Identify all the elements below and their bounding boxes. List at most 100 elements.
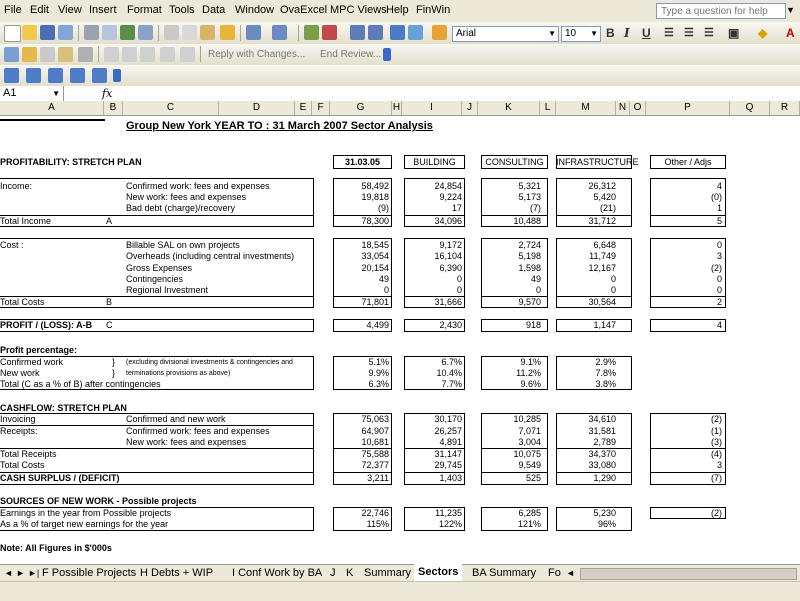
selected-cell-a1[interactable] [0,116,105,121]
toolbar-options-icon[interactable] [432,25,447,40]
function-icon[interactable]: fx [102,87,112,100]
fill-color-icon[interactable]: ◆ [758,26,767,40]
bold-button[interactable]: B [606,26,615,40]
toolbar-options-icon[interactable] [383,48,391,61]
col-header-n[interactable]: N [616,101,630,115]
layout-icon[interactable] [92,68,107,83]
col-header-p[interactable]: P [646,101,730,115]
tab-f-possible-projects[interactable]: F Possible Projects [42,565,136,581]
tab-h-debts-wip[interactable]: H Debts + WIP [140,565,213,581]
list-icon[interactable] [70,68,85,83]
reply-with-changes-button[interactable]: Reply with Changes... [208,49,305,60]
undo-icon[interactable] [246,25,261,40]
menu-mpc-views[interactable]: MPC Views [330,4,387,16]
sort-descending-icon[interactable] [368,25,383,40]
col-header-l[interactable]: L [540,101,556,115]
hyperlink-icon[interactable] [304,25,319,40]
format-painter-icon[interactable] [220,25,235,40]
next-comment-icon[interactable] [122,47,137,62]
font-select[interactable]: Arial ▼ [452,26,559,42]
sort-ascending-icon[interactable] [350,25,365,40]
underline-button[interactable]: U [642,26,651,40]
mark-icon[interactable] [180,47,195,62]
help-dropdown-icon[interactable]: ▼ [786,5,795,15]
font-size-select[interactable]: 10 ▼ [561,26,601,42]
tab-scroll-prev-icon[interactable]: ◄ [4,565,13,581]
col-header-f[interactable]: F [312,101,330,115]
col-header-e[interactable]: E [295,101,312,115]
tab-scroll-next-icon[interactable]: ► [16,565,25,581]
tab-fo[interactable]: Fo [548,565,561,581]
borders-icon[interactable]: ▣ [728,26,739,40]
col-header-d[interactable]: D [219,101,295,115]
tab-scroll-last-icon[interactable]: ►| [28,565,39,581]
col-header-a[interactable]: A [0,101,104,115]
end-review-button[interactable]: End Review... [320,49,381,60]
italic-button[interactable]: I [624,26,630,40]
toolbar-options-icon[interactable] [113,69,121,82]
delete-comment-icon[interactable] [140,47,155,62]
show-icon[interactable] [78,47,93,62]
col-header-b[interactable]: B [104,101,123,115]
open-icon[interactable] [22,25,37,40]
col-header-g[interactable]: G [330,101,392,115]
autosum-icon[interactable] [322,25,337,40]
tab-scroll-left-icon[interactable]: ◄ [566,565,575,581]
menu-ovaexcel[interactable]: OvaExcel [280,4,327,16]
tab-i-conf-work[interactable]: I Conf Work by BA [232,565,322,581]
drawing-icon[interactable] [408,25,423,40]
tab-sectors[interactable]: Sectors [414,564,463,581]
envelope-icon[interactable] [58,47,73,62]
menu-help[interactable]: Help [386,4,409,16]
name-box[interactable]: A1 ▼ [0,86,64,101]
menu-finwin[interactable]: FinWin [416,4,450,16]
menu-insert[interactable]: Insert [89,4,117,16]
ink-icon[interactable] [160,47,175,62]
col-header-k[interactable]: K [478,101,540,115]
tab-ba-summary[interactable]: BA Summary [472,565,536,581]
menu-format[interactable]: Format [127,4,162,16]
tab-j[interactable]: J [330,565,336,581]
save-icon[interactable] [40,25,55,40]
track-icon[interactable] [40,47,55,62]
review-icon[interactable] [4,47,19,62]
print-icon[interactable] [84,25,99,40]
menu-window[interactable]: Window [235,4,274,16]
align-left-button[interactable]: ☰ [664,26,674,39]
worksheet-grid[interactable]: Group New York YEAR TO : 31 March 2007 S… [0,116,800,564]
col-header-i[interactable]: I [402,101,462,115]
col-header-m[interactable]: M [556,101,616,115]
spelling-icon[interactable] [120,25,135,40]
print-preview-icon[interactable] [102,25,117,40]
new-icon[interactable] [4,25,21,42]
permission-icon[interactable] [58,25,73,40]
align-right-button[interactable]: ☰ [704,26,714,39]
menu-file[interactable]: File [4,4,22,16]
col-header-q[interactable]: Q [730,101,770,115]
menu-view[interactable]: View [58,4,82,16]
col-header-j[interactable]: J [462,101,478,115]
comment-icon[interactable] [22,47,37,62]
menu-edit[interactable]: Edit [30,4,49,16]
align-center-button[interactable]: ☰ [684,26,694,39]
menu-data[interactable]: Data [202,4,225,16]
font-color-icon[interactable]: A [786,26,795,40]
formula-bar[interactable] [0,86,800,102]
research-icon[interactable] [138,25,153,40]
col-header-c[interactable]: C [123,101,219,115]
tab-summary[interactable]: Summary [364,565,411,581]
chart-wizard-icon[interactable] [390,25,405,40]
menu-tools[interactable]: Tools [169,4,195,16]
col-header-o[interactable]: O [630,101,646,115]
cut-icon[interactable] [164,25,179,40]
redo-icon[interactable] [272,25,287,40]
table-icon[interactable] [48,68,63,83]
paste-icon[interactable] [200,25,215,40]
prev-comment-icon[interactable] [104,47,119,62]
col-header-r[interactable]: R [770,101,800,115]
help-search-input[interactable]: Type a question for help [656,3,786,19]
grid-icon[interactable] [4,68,19,83]
outline-icon[interactable] [26,68,41,83]
tab-k[interactable]: K [346,565,353,581]
copy-icon[interactable] [182,25,197,40]
